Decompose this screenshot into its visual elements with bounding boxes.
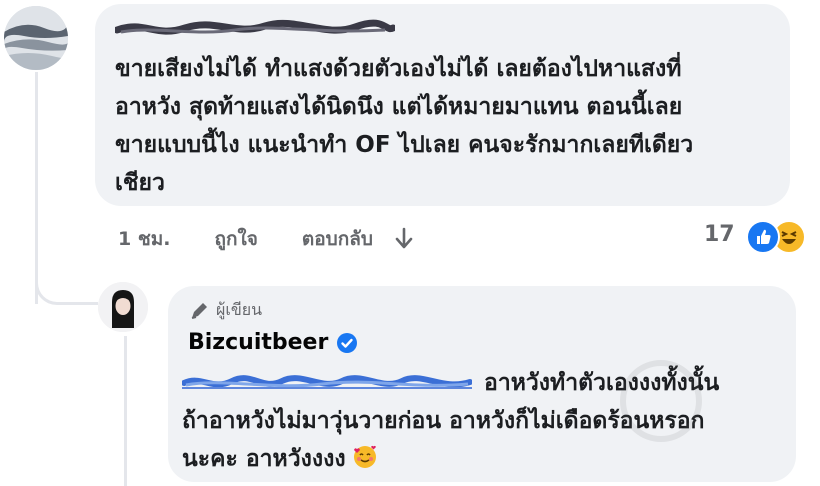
smiling-face-with-hearts-icon (352, 444, 378, 470)
comment-text: ขายเสียงไม่ได้ ทำแสงด้วยตัวเองไม่ได้ เลย… (115, 50, 775, 202)
redacted-commenter-name (115, 19, 395, 35)
author-badge-label: ผู้เขียน (216, 300, 263, 319)
reply-text-line: นะคะ อาหวังงงง (182, 440, 782, 478)
reply-bubble: ผู้เขียน Bizcuitbeer อาหวังทำตัวเองงงทั้… (168, 286, 796, 482)
commenter-avatar[interactable] (4, 6, 68, 70)
reply-text-part: อาหวังทำตัวเองงงทั้งนั้น (484, 370, 720, 396)
reply-text-part: นะคะ อาหวังงงง (182, 446, 346, 472)
like-button[interactable]: ถูกใจ (214, 224, 257, 254)
replier-name[interactable]: Bizcuitbeer (188, 330, 358, 355)
comment-text-line: อาหวัง สุดท้ายแสงได้นิดนึง แต่ได้หมายมาแ… (115, 94, 683, 120)
thread-connector (35, 262, 98, 305)
like-icon[interactable] (746, 220, 780, 254)
reply-thread-line (124, 336, 127, 486)
comment-text-line: ขายเสียงไม่ได้ ทำแสงด้วยตัวเองไม่ได้ เลย… (115, 56, 682, 82)
verified-badge-icon (336, 332, 358, 354)
comment-time[interactable]: 1 ชม. (118, 224, 170, 254)
reaction-count[interactable]: 17 (704, 222, 735, 247)
reply-text: อาหวังทำตัวเองงงทั้งนั้น ถ้าอาหวังไม่มาว… (182, 364, 782, 478)
replier-avatar-image (98, 282, 148, 332)
comment-actions: 1 ชม. ถูกใจ ตอบกลับ (118, 224, 463, 254)
reply-text-line: อาหวังทำตัวเองงงทั้งนั้น (182, 364, 782, 402)
share-arrow-icon[interactable] (389, 224, 419, 254)
pen-icon (188, 300, 210, 322)
author-badge: ผู้เขียน (188, 298, 262, 323)
commenter-avatar-image (4, 6, 68, 70)
comment-bubble: ขายเสียงไม่ได้ ทำแสงด้วยตัวเองไม่ได้ เลย… (95, 4, 790, 206)
replier-name-text[interactable]: Bizcuitbeer (188, 330, 328, 355)
reply-button[interactable]: ตอบกลับ (302, 224, 373, 254)
comment-thread: ขายเสียงไม่ได้ ทำแสงด้วยตัวเองไม่ได้ เลย… (0, 0, 820, 486)
comment-text-line: เชียว (115, 170, 165, 196)
reply-text-line: ถ้าอาหวังไม่มาวุ่นวายก่อน อาหวังก็ไม่เดื… (182, 408, 705, 434)
replier-avatar[interactable] (98, 282, 148, 332)
comment-text-line: ขายแบบนี้ไง แนะนำทำ OF ไปเลย คนจะรักมากเ… (115, 132, 694, 158)
